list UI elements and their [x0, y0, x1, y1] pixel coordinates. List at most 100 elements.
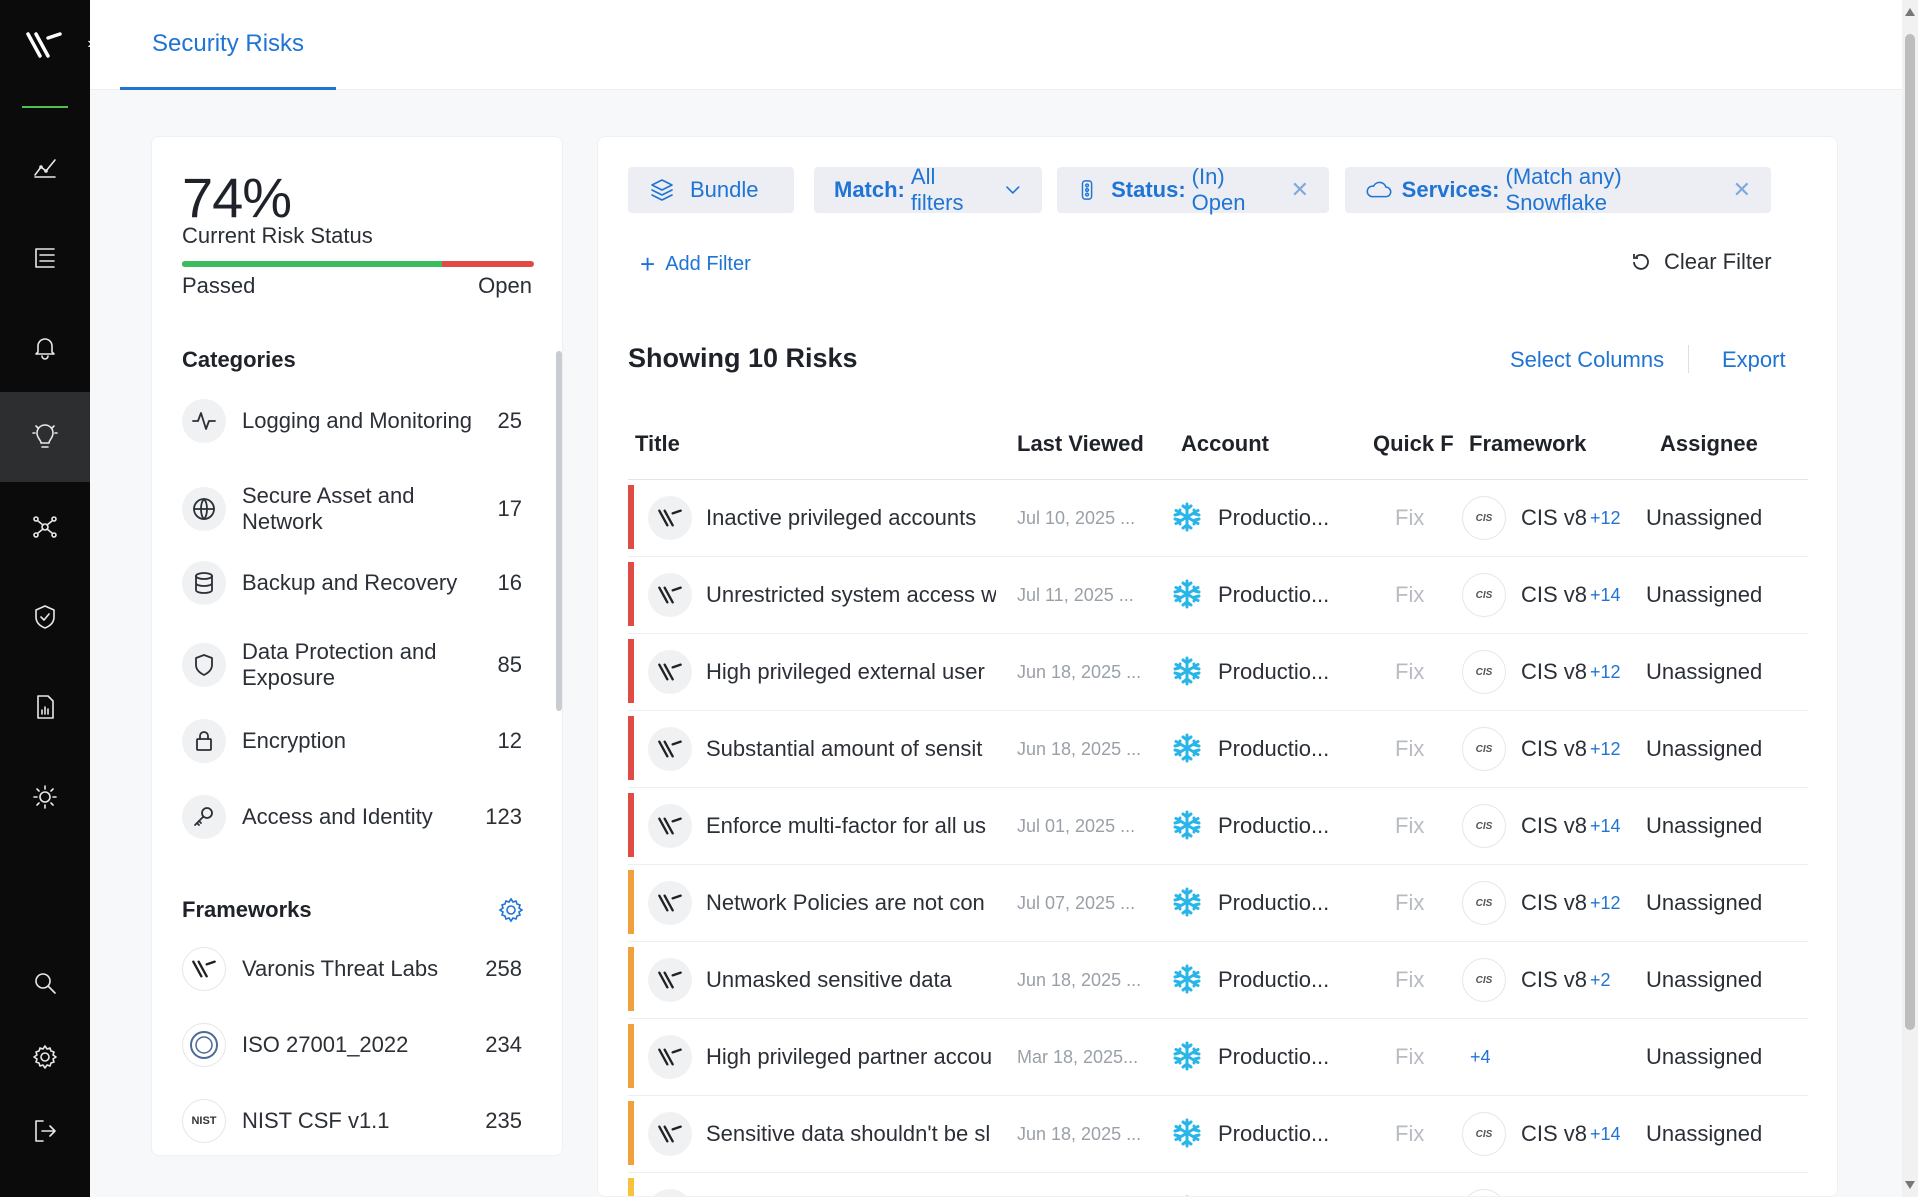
more-frameworks-badge[interactable]: +12	[1590, 739, 1621, 760]
framework-item[interactable]: NIST NIST CSF v1.1 235	[182, 1099, 522, 1143]
category-item[interactable]: Backup and Recovery 16	[182, 561, 522, 605]
risk-title[interactable]: Enforce multi-factor for all us	[706, 813, 996, 839]
table-row[interactable]: Unrestricted system access w Jul 11, 2025…	[628, 558, 1808, 634]
account-name[interactable]: Productio...	[1218, 659, 1329, 685]
remove-services-filter-close-icon[interactable]: ✕	[1733, 177, 1751, 203]
logout-icon	[35, 1120, 56, 1142]
add-filter-button[interactable]: + Add Filter	[640, 249, 751, 280]
nav-item-logout[interactable]	[0, 1086, 90, 1176]
assignee[interactable]: Unassigned	[1646, 736, 1762, 762]
risk-title[interactable]: High privileged partner accou	[706, 1044, 996, 1070]
risk-title[interactable]: Network Policies are not con	[706, 890, 996, 916]
assignee[interactable]: Unassigned	[1646, 659, 1762, 685]
framework-item[interactable]: ISO 27001_2022 234	[182, 1023, 522, 1067]
varonis-logo-icon[interactable]	[26, 30, 62, 60]
categories-scrollbar[interactable]	[556, 351, 562, 711]
nav-item-graph[interactable]	[0, 482, 90, 572]
status-filter-chip[interactable]: Status: (In) Open ✕	[1057, 164, 1329, 215]
account-name[interactable]: Productio...	[1218, 505, 1329, 531]
risk-title[interactable]: Unmasked sensitive data	[706, 967, 996, 993]
select-columns-link[interactable]: Select Columns	[1510, 347, 1664, 373]
account-name[interactable]: Productio...	[1218, 1121, 1329, 1147]
nav-item-policies[interactable]	[0, 572, 90, 662]
nav-item-inventory[interactable]	[0, 212, 90, 302]
more-frameworks-badge[interactable]: +14	[1590, 1124, 1621, 1145]
account-name[interactable]: Productio...	[1218, 582, 1329, 608]
table-row[interactable]: Inactive privileged accounts Jul 10, 2025…	[628, 481, 1808, 557]
column-header-assignee[interactable]: Assignee	[1660, 431, 1758, 457]
remove-status-filter-close-icon[interactable]: ✕	[1291, 177, 1309, 203]
more-frameworks-badge[interactable]: +12	[1590, 508, 1621, 529]
account-name[interactable]: Productio...	[1218, 890, 1329, 916]
category-item[interactable]: Data Protection and Exposure 85	[182, 639, 522, 691]
category-item[interactable]: Encryption 12	[182, 719, 522, 763]
quick-fix-button[interactable]: Fix	[1395, 582, 1424, 608]
assignee[interactable]: Unassigned	[1646, 890, 1762, 916]
quick-fix-button[interactable]: Fix	[1395, 505, 1424, 531]
match-filter-chip[interactable]: Match: All filters	[814, 164, 1042, 215]
more-frameworks-badge[interactable]: +14	[1590, 585, 1621, 606]
quick-fix-button[interactable]: Fix	[1395, 890, 1424, 916]
assignee[interactable]: Unassigned	[1646, 505, 1762, 531]
assignee[interactable]: Unassigned	[1646, 582, 1762, 608]
quick-fix-button[interactable]: Fix	[1395, 1044, 1424, 1070]
account-name[interactable]: Productio...	[1218, 967, 1329, 993]
scroll-up-arrow[interactable]	[1905, 8, 1915, 16]
category-item[interactable]: Access and Identity 123	[182, 795, 522, 839]
scrollbar-thumb[interactable]	[1905, 34, 1915, 1030]
assignee[interactable]: Unassigned	[1646, 1044, 1762, 1070]
column-header-framework[interactable]: Framework	[1469, 431, 1586, 457]
more-frameworks-badge[interactable]: +4	[1470, 1047, 1491, 1068]
framework-item[interactable]: Varonis Threat Labs 258	[182, 947, 522, 991]
more-frameworks-badge[interactable]: +12	[1590, 893, 1621, 914]
quick-fix-button[interactable]: Fix	[1395, 967, 1424, 993]
more-frameworks-badge[interactable]: +12	[1590, 662, 1621, 683]
table-row[interactable]: Network Policies are not con Jul 07, 2025…	[628, 866, 1808, 942]
assignee[interactable]: Unassigned	[1646, 1121, 1762, 1147]
bundle-button[interactable]: Bundle	[628, 167, 794, 213]
page-scrollbar[interactable]	[1902, 0, 1918, 1197]
risk-title[interactable]: Unrestricted system access w	[706, 582, 996, 608]
table-row[interactable]: High privileged external user Jun 18, 202…	[628, 635, 1808, 711]
export-link[interactable]: Export	[1722, 347, 1786, 373]
table-row[interactable]: High privileged partner accou Mar 18, 202…	[628, 1020, 1808, 1096]
assignee[interactable]: Unassigned	[1646, 967, 1762, 993]
clear-filter-button[interactable]: Clear Filter	[1630, 249, 1772, 275]
column-header-last-viewed[interactable]: Last Viewed	[1017, 431, 1144, 457]
table-row[interactable]: Enforce multi-factor for all us Jul 01, 2…	[628, 789, 1808, 865]
column-header-quick-fix[interactable]: Quick F	[1373, 431, 1454, 457]
quick-fix-button[interactable]: Fix	[1395, 813, 1424, 839]
nav-item-risks[interactable]	[0, 392, 90, 482]
framework-name: NIST CSF v1.1	[242, 1108, 390, 1133]
table-row[interactable]: Unmasked sensitive data Jun 18, 2025 ... P…	[628, 943, 1808, 1019]
nav-item-reports[interactable]	[0, 662, 90, 752]
assignee[interactable]: Unassigned	[1646, 813, 1762, 839]
table-row[interactable]: Substantial amount of sensit Jun 18, 2025…	[628, 712, 1808, 788]
risk-title[interactable]: Inactive privileged accounts	[706, 505, 996, 531]
quick-fix-button[interactable]: Fix	[1395, 1121, 1424, 1147]
nav-item-analytics[interactable]	[0, 122, 90, 212]
account-name[interactable]: Productio...	[1218, 736, 1329, 762]
services-filter-chip[interactable]: Services: (Match any) Snowflake ✕	[1345, 164, 1771, 215]
scroll-down-arrow[interactable]	[1905, 1181, 1915, 1189]
account-name[interactable]: Productio...	[1218, 1044, 1329, 1070]
risk-title[interactable]: Sensitive data shouldn't be sl	[706, 1121, 996, 1147]
category-item[interactable]: Logging and Monitoring 25	[182, 399, 522, 443]
column-header-title[interactable]: Title	[635, 431, 680, 457]
more-frameworks-badge[interactable]: +14	[1590, 816, 1621, 837]
table-row[interactable]: Sensitive data shouldn't be sl Jun 18, 20…	[628, 1097, 1808, 1173]
table-row[interactable]: Sensitive data is exposed to iJul 10, 20…	[628, 1174, 1808, 1196]
plus-icon: +	[640, 249, 656, 279]
quick-fix-button[interactable]: Fix	[1395, 659, 1424, 685]
nav-item-theme[interactable]	[0, 752, 90, 842]
column-header-account[interactable]: Account	[1181, 431, 1269, 457]
category-item[interactable]: Secure Asset and Network 17	[182, 483, 522, 535]
nav-item-alerts[interactable]	[0, 302, 90, 392]
quick-fix-button[interactable]: Fix	[1395, 736, 1424, 762]
risk-title[interactable]: Substantial amount of sensit	[706, 736, 996, 762]
account-name[interactable]: Productio...	[1218, 813, 1329, 839]
risk-title[interactable]: High privileged external user	[706, 659, 996, 685]
tab-security-risks[interactable]: Security Risks	[120, 0, 337, 90]
frameworks-settings-gear-icon[interactable]	[498, 897, 524, 923]
more-frameworks-badge[interactable]: +2	[1590, 970, 1611, 991]
